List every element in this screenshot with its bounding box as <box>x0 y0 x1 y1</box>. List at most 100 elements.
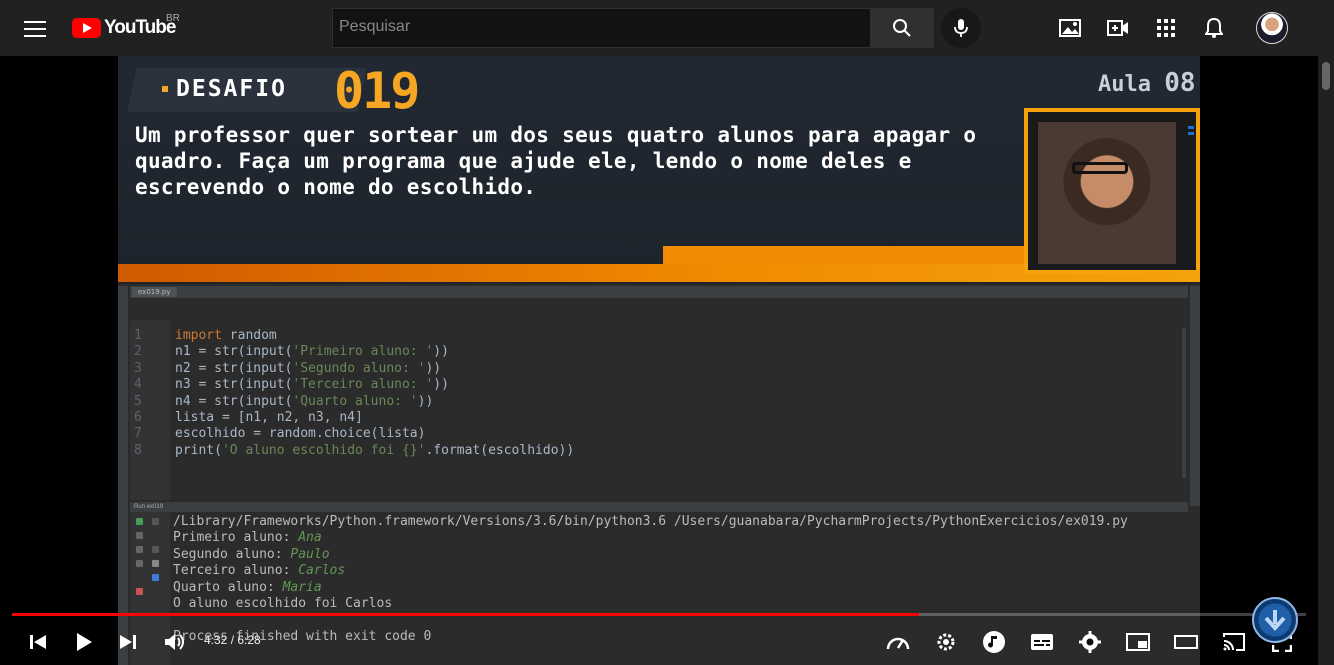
volume-icon[interactable] <box>162 629 188 655</box>
cam-indicator <box>1188 126 1194 138</box>
hamburger-icon[interactable] <box>24 18 46 38</box>
play-icon[interactable] <box>71 629 97 655</box>
console-text: Terceiro aluno: <box>173 563 299 579</box>
console-text: /Library/Frameworks/Python.framework/Ver… <box>173 514 1128 529</box>
run-tab: ex019 <box>146 504 164 510</box>
wrap-icon <box>152 546 159 553</box>
code-token: )) <box>433 344 449 360</box>
ide-window: ex019.py 1 import random 2 n1 = str(input('… <box>118 284 1200 665</box>
time-display: 4:32 / 6:28 <box>204 633 261 647</box>
video-player[interactable]: DESAFIO 019 Aula 08 Um professor quer so… <box>0 56 1318 665</box>
cast-icon[interactable] <box>1221 629 1247 655</box>
apps-grid-icon[interactable] <box>1154 16 1178 40</box>
line-number: 8 <box>134 442 142 458</box>
search-button[interactable] <box>870 8 934 48</box>
challenge-text: Um professor quer sortear um dos seus qu… <box>135 123 977 199</box>
code-token: )) <box>417 393 434 409</box>
code-token: n4 = str(input( <box>175 393 293 409</box>
logo-text: YouTube <box>104 17 176 38</box>
desafio-number: 019 <box>334 62 420 120</box>
gear-icon[interactable] <box>1077 629 1103 655</box>
code-token: random <box>221 328 277 343</box>
run-icon <box>136 518 143 525</box>
console-input: Ana <box>298 530 322 546</box>
code-text: n3 = str(input('Terceiro aluno: ')) <box>175 377 449 392</box>
dump-icon <box>136 560 143 567</box>
code-token: )) <box>425 360 442 376</box>
voice-search-button[interactable] <box>941 8 981 48</box>
close-icon <box>136 588 143 595</box>
code-token: print( <box>175 442 222 458</box>
settings-icon <box>152 574 159 581</box>
code-token: lista = [n1, n2, n3, n4] <box>175 410 363 425</box>
search-icon <box>893 19 911 37</box>
code-token: import <box>175 328 222 343</box>
previous-icon[interactable] <box>25 629 51 655</box>
speed-icon[interactable] <box>885 629 911 655</box>
ide-tab: ex019.py <box>132 287 177 297</box>
bell-icon[interactable] <box>1202 16 1226 40</box>
code-text: print('O aluno escolhido foi {}'.format(… <box>175 443 574 458</box>
code-token: n2 = str(input( <box>175 360 293 376</box>
settings-gear-icon[interactable] <box>933 629 959 655</box>
code-token: 'Primeiro aluno: ' <box>292 344 434 360</box>
code-token: .format(escolhido)) <box>425 442 575 458</box>
miniplayer-icon[interactable] <box>1125 629 1151 655</box>
music-note-icon[interactable] <box>981 629 1007 655</box>
video-frame: DESAFIO 019 Aula 08 Um professor quer so… <box>118 56 1200 665</box>
console-line: Terceiro aluno: Carlos <box>173 563 1183 579</box>
aula-text: Aula <box>1098 72 1151 97</box>
code-token: 'O aluno escolhido foi {}' <box>221 442 426 458</box>
print-icon <box>152 560 159 567</box>
youtube-logo[interactable]: YouTube BR <box>72 13 180 39</box>
console-input: Carlos <box>298 563 346 579</box>
code-token: 'Quarto aluno: ' <box>292 393 418 409</box>
console-text: Quarto aluno: <box>173 579 283 595</box>
console-line: O aluno escolhido foi Carlos <box>173 596 1183 612</box>
video-camera-plus-icon[interactable] <box>1106 16 1130 40</box>
aula-number: 08 <box>1164 68 1196 98</box>
webcam-overlay <box>1024 108 1200 274</box>
line-number: 6 <box>134 410 142 425</box>
pause-icon <box>136 546 143 553</box>
avatar[interactable] <box>1256 12 1288 44</box>
scrollbar-thumb[interactable] <box>1322 62 1330 90</box>
line-number: 7 <box>134 426 142 442</box>
editor-scrollbar <box>1182 328 1186 478</box>
console-input: Paulo <box>290 546 330 562</box>
subtitles-icon[interactable] <box>1029 629 1055 655</box>
youtube-play-logo-icon <box>72 18 101 38</box>
console-line: Quarto aluno: Maria <box>173 580 1183 596</box>
glasses-shape <box>1072 162 1128 174</box>
code-text: escolhido = random.choice(lista) <box>175 426 425 441</box>
ide-tabbar: ex019.py <box>130 286 1188 298</box>
code-token: 'Terceiro aluno: ' <box>292 377 434 393</box>
download-arrow-icon[interactable] <box>1252 597 1298 643</box>
aula-label: Aula 08 <box>1098 68 1196 98</box>
search-input[interactable]: Pesquisar <box>332 8 871 48</box>
code-token: n1 = str(input( <box>175 344 293 360</box>
code-token: 'Segundo aluno: ' <box>292 360 426 376</box>
ide-right-strip <box>1190 286 1200 506</box>
console-text: Segundo aluno: <box>173 546 291 562</box>
code-text: n2 = str(input('Segundo aluno: ')) <box>175 361 441 376</box>
line-number: 4 <box>134 377 142 393</box>
console-text: O aluno escolhido foi Carlos <box>173 595 393 611</box>
challenge-banner: DESAFIO 019 Aula 08 Um professor quer so… <box>118 56 1200 282</box>
run-label: Run <box>134 504 146 510</box>
line-number: 2 <box>134 344 142 360</box>
masthead: YouTube BR Pesquisar <box>0 0 1334 56</box>
image-icon[interactable] <box>1058 16 1082 40</box>
desafio-label: DESAFIO <box>176 76 287 102</box>
code-text: lista = [n1, n2, n3, n4] <box>175 410 363 425</box>
next-icon[interactable] <box>115 629 141 655</box>
country-code: BR <box>166 13 180 24</box>
code-token: n3 = str(input( <box>175 377 293 393</box>
theater-mode-icon[interactable] <box>1173 629 1199 655</box>
code-token: escolhido = random.choice(lista) <box>175 426 426 442</box>
code-text: import random <box>175 328 277 343</box>
console-input: Maria <box>282 579 322 595</box>
presenter-image <box>1038 122 1176 264</box>
mic-icon <box>954 19 968 37</box>
page-scrollbar[interactable] <box>1318 56 1334 665</box>
